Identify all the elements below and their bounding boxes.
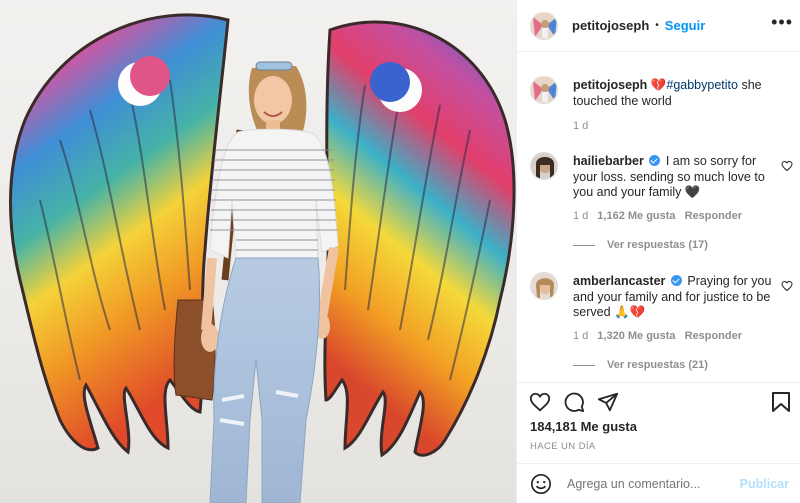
author-username[interactable]: petitojoseph [572,18,649,33]
send-icon[interactable] [597,391,619,413]
more-icon[interactable]: ••• [771,13,793,31]
commenter-username[interactable]: hailiebarber [573,154,644,168]
reply-button[interactable]: Responder [685,330,742,342]
comment-time: 1 d [573,210,589,222]
view-replies-label: Ver respuestas (21) [607,359,708,371]
verified-badge-icon [649,155,661,166]
publish-button[interactable]: Publicar [740,477,789,491]
view-replies-label: Ver respuestas (17) [607,239,708,251]
separator-dot: • [655,20,659,31]
commenter-avatar[interactable] [530,272,558,300]
hashtag-link[interactable]: #gabbypetito [666,78,738,92]
commenter-username[interactable]: amberlancaster [573,274,665,288]
reply-button[interactable]: Responder [685,210,742,222]
caption-time: 1 d [573,120,589,132]
verified-badge-icon [670,275,682,286]
action-icons [529,391,619,413]
view-replies-button[interactable]: Ver respuestas (21) [573,359,708,371]
comments-list: petitojoseph 💔#gabbypetito she touched t… [517,52,800,382]
post-header: petitojoseph • Seguir ••• [517,0,800,52]
replies-divider [573,244,595,246]
caption-meta: 1 d [573,120,597,132]
instagram-post: petitojoseph • Seguir ••• petitojoseph 💔… [0,0,800,503]
comment-likes[interactable]: 1,162 Me gusta [597,210,675,222]
heart-icon[interactable] [529,391,551,413]
likes-count[interactable]: 184,181 Me gusta [530,419,637,434]
post-side-panel: petitojoseph • Seguir ••• petitojoseph 💔… [516,0,800,503]
caption-text: petitojoseph 💔#gabbypetito she touched t… [573,78,773,109]
comment-icon[interactable] [563,391,585,413]
caption-username[interactable]: petitojoseph [573,78,647,92]
comment-meta: 1 d 1,320 Me gusta Responder [573,330,751,342]
post-photo[interactable] [0,0,516,503]
comment-time: 1 d [573,330,589,342]
comment-text: amberlancaster Praying for you and your … [573,274,773,321]
commenter-avatar[interactable] [530,152,558,180]
like-comment-heart-icon[interactable] [781,280,793,292]
emoji-icon[interactable] [530,473,552,495]
post-actions: 184,181 Me gusta HACE UN DÍA Publicar [517,382,800,503]
author-avatar[interactable] [530,76,558,104]
author-avatar[interactable] [530,11,558,40]
follow-button[interactable]: Seguir [665,18,705,33]
comment-likes[interactable]: 1,320 Me gusta [597,330,675,342]
bookmark-icon[interactable] [771,391,791,413]
angel-wings-mural-image [9,13,516,503]
add-comment-bar: Publicar [517,463,800,503]
comment-text: hailiebarber I am so sorry for your loss… [573,154,773,201]
view-replies-button[interactable]: Ver respuestas (17) [573,239,708,251]
replies-divider [573,364,595,366]
like-comment-heart-icon[interactable] [781,160,793,172]
post-timestamp: HACE UN DÍA [530,441,596,452]
broken-heart-emoji: 💔 [650,78,667,92]
comment-meta: 1 d 1,162 Me gusta Responder [573,210,751,222]
comment-input[interactable] [567,477,737,491]
